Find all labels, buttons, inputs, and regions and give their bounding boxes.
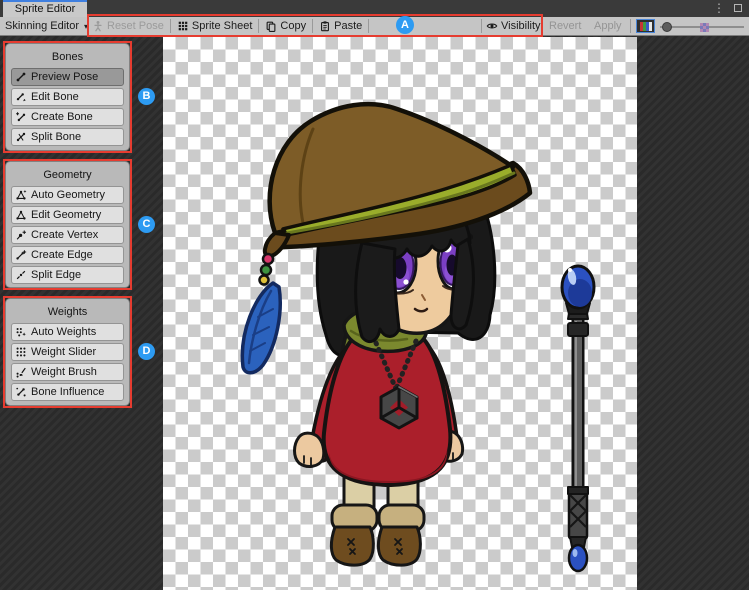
panel-weights: Weights Auto Weights Weight Slider Weight B… <box>5 298 130 406</box>
edit-geometry-icon <box>15 209 27 221</box>
panel-button-create-bone[interactable]: Create Bone <box>11 108 124 126</box>
toolbar-buttons: Reset Pose Sprite Sheet Copy Paste <box>92 17 375 35</box>
white-swatch <box>649 22 652 31</box>
preview-pose-icon <box>15 71 27 83</box>
kebab-menu-icon[interactable]: ⋮ <box>713 2 725 14</box>
skinning-editor-label: Skinning Editor <box>5 20 79 32</box>
paste-icon <box>319 20 331 32</box>
panel-button-label: Bone Influence <box>31 386 104 398</box>
alpha-zoom-slider <box>656 17 746 36</box>
witch-character-sprite <box>242 104 530 565</box>
panel-button-label: Weight Brush <box>31 366 97 378</box>
panel-button-label: Weight Slider <box>31 346 96 358</box>
copy-icon <box>265 20 277 32</box>
panel-button-label: Edit Bone <box>31 91 79 103</box>
canvas-svg <box>163 37 637 590</box>
visibility-button[interactable]: Visibility <box>486 17 541 35</box>
eye-icon <box>486 20 498 32</box>
panel-button-auto-weights[interactable]: Auto Weights <box>11 323 124 341</box>
panel-button-edit-geometry[interactable]: Edit Geometry <box>11 206 124 224</box>
edit-bone-icon <box>15 91 27 103</box>
toolbar-button-label: Reset Pose <box>107 20 164 32</box>
toolbar-separator <box>368 19 369 33</box>
annotation-badge-d: D <box>138 343 155 360</box>
panel-bones: Bones Preview Pose Edit Bone Create Bone Spl… <box>5 43 130 151</box>
panel-button-label: Auto Weights <box>31 326 96 338</box>
create-vertex-icon <box>15 229 27 241</box>
panel-button-auto-geometry[interactable]: Auto Geometry <box>11 186 124 204</box>
panel-button-label: Create Edge <box>31 249 93 261</box>
panel-button-weight-slider[interactable]: Weight Slider <box>11 343 124 361</box>
panel-button-create-vertex[interactable]: Create Vertex <box>11 226 124 244</box>
revert-button[interactable]: Revert <box>549 17 581 35</box>
auto-weights-icon <box>15 326 27 338</box>
workspace: Bones Preview Pose Edit Bone Create Bone Spl… <box>0 36 749 590</box>
split-bone-icon <box>15 131 27 143</box>
panel-button-split-bone[interactable]: Split Bone <box>11 128 124 146</box>
panel-button-label: Split Bone <box>31 131 81 143</box>
panel-title-geometry: Geometry <box>11 166 124 186</box>
toolbar-button-paste[interactable]: Paste <box>319 17 362 35</box>
annotation-box-d: Weights Auto Weights Weight Slider Weight B… <box>3 296 132 408</box>
rgb-swatch-button[interactable] <box>636 19 655 33</box>
skinning-editor-dropdown[interactable]: Skinning Editor ▾ <box>5 17 88 35</box>
sprite-canvas[interactable] <box>163 37 637 590</box>
toolbar-separator <box>258 19 259 33</box>
window-tab-strip: Sprite Editor ⋮ <box>0 0 749 17</box>
toolbar-separator <box>170 19 171 33</box>
staff-sprite <box>562 266 594 571</box>
tab-sprite-editor[interactable]: Sprite Editor <box>3 0 87 17</box>
toolbar-separator <box>481 19 482 33</box>
panel-button-label: Edit Geometry <box>31 209 101 221</box>
float-window-icon[interactable] <box>734 4 742 12</box>
panel-button-label: Create Bone <box>31 111 93 123</box>
toolbar: Skinning Editor ▾ Reset Pose Sprite Sheet… <box>0 17 749 36</box>
toolbar-button-label: Copy <box>280 20 306 32</box>
create-edge-icon <box>15 249 27 261</box>
slider-handle[interactable] <box>662 22 672 32</box>
annotation-box-b: Bones Preview Pose Edit Bone Create Bone Spl… <box>3 41 132 153</box>
sprite-sheet-icon <box>177 20 189 32</box>
toolbar-separator <box>630 19 631 33</box>
panel-geometry: Geometry Auto Geometry Edit Geometry Create… <box>5 161 130 288</box>
annotation-badge-b: B <box>138 88 155 105</box>
split-edge-icon <box>15 269 27 281</box>
panel-button-split-edge[interactable]: Split Edge <box>11 266 124 284</box>
panel-title-bones: Bones <box>11 48 124 68</box>
pose-icon <box>92 20 104 32</box>
toolbar-button-label: Sprite Sheet <box>192 20 253 32</box>
toolbar-separator <box>312 19 313 33</box>
apply-button[interactable]: Apply <box>594 17 622 35</box>
chevron-down-icon: ▾ <box>84 22 88 31</box>
panel-button-bone-influence[interactable]: Bone Influence <box>11 383 124 401</box>
panel-button-label: Auto Geometry <box>31 189 105 201</box>
weight-slider-icon <box>15 346 27 358</box>
toolbar-button-reset-pose[interactable]: Reset Pose <box>92 17 164 35</box>
annotation-badge-a: A <box>396 16 414 34</box>
panel-button-edit-bone[interactable]: Edit Bone <box>11 88 124 106</box>
panel-title-weights: Weights <box>11 303 124 323</box>
annotation-box-c: Geometry Auto Geometry Edit Geometry Create… <box>3 159 132 290</box>
visibility-label: Visibility <box>501 20 541 32</box>
sprite-editor-window: Sprite Editor ⋮ Skinning Editor ▾ Reset … <box>0 0 749 590</box>
toolbar-button-sprite-sheet[interactable]: Sprite Sheet <box>177 17 253 35</box>
toolbar-button-copy[interactable]: Copy <box>265 17 306 35</box>
auto-geometry-icon <box>15 189 27 201</box>
bone-influence-icon <box>15 386 27 398</box>
toolbar-button-label: Paste <box>334 20 362 32</box>
annotation-badge-c: C <box>138 216 155 233</box>
alpha-checker-icon <box>700 23 709 32</box>
panel-button-label: Preview Pose <box>31 71 98 83</box>
panel-button-preview-pose[interactable]: Preview Pose <box>11 68 124 86</box>
create-bone-icon <box>15 111 27 123</box>
panel-button-label: Split Edge <box>31 269 81 281</box>
panel-button-label: Create Vertex <box>31 229 98 241</box>
panel-button-weight-brush[interactable]: Weight Brush <box>11 363 124 381</box>
panel-button-create-edge[interactable]: Create Edge <box>11 246 124 264</box>
weight-brush-icon <box>15 366 27 378</box>
